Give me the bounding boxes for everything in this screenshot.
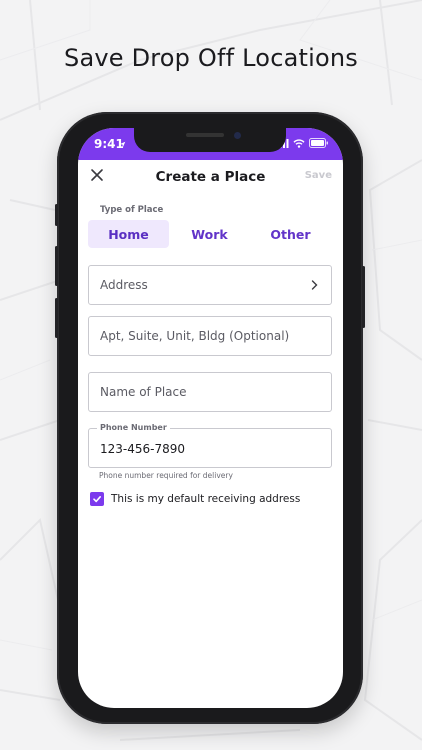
name-of-place-placeholder: Name of Place (100, 385, 187, 399)
location-arrow-icon (119, 141, 126, 148)
chevron-right-icon (311, 280, 318, 290)
phone-screen: 9:41 Create a Place Save Type of Place H… (78, 128, 343, 708)
notch-camera (234, 132, 241, 139)
phone-number-field[interactable]: Phone Number 123-456-7890 (88, 423, 332, 468)
battery-icon (309, 138, 328, 148)
type-of-place-label: Type of Place (100, 205, 164, 215)
wifi-icon (293, 138, 305, 148)
default-address-checkbox[interactable] (90, 492, 104, 506)
page-title: Create a Place (155, 169, 266, 185)
address-placeholder: Address (100, 278, 148, 292)
place-type-other[interactable]: Other (250, 220, 331, 248)
phone-number-label: Phone Number (97, 423, 170, 432)
default-address-row[interactable]: This is my default receiving address (90, 492, 300, 506)
apt-suite-placeholder: Apt, Suite, Unit, Bldg (Optional) (100, 329, 290, 343)
notch-speaker (186, 133, 224, 137)
place-type-home[interactable]: Home (88, 220, 169, 248)
phone-notch (134, 128, 286, 152)
place-type-selector: Home Work Other (88, 220, 331, 248)
phone-helper-text: Phone number required for delivery (99, 471, 233, 480)
address-field[interactable]: Address (88, 265, 332, 305)
default-address-label: This is my default receiving address (111, 493, 301, 505)
phone-volume-up (55, 246, 58, 286)
phone-silent-switch (55, 204, 58, 226)
save-button[interactable]: Save (305, 170, 332, 181)
phone-power-button (362, 266, 365, 328)
nav-bar: Create a Place Save (78, 160, 343, 194)
page-headline: Save Drop Off Locations (64, 44, 358, 72)
apt-suite-field[interactable]: Apt, Suite, Unit, Bldg (Optional) (88, 316, 332, 356)
place-type-work[interactable]: Work (169, 220, 250, 248)
checkmark-icon (93, 496, 101, 503)
name-of-place-field[interactable]: Name of Place (88, 372, 332, 412)
phone-number-value: 123-456-7890 (100, 442, 186, 456)
phone-volume-down (55, 298, 58, 338)
